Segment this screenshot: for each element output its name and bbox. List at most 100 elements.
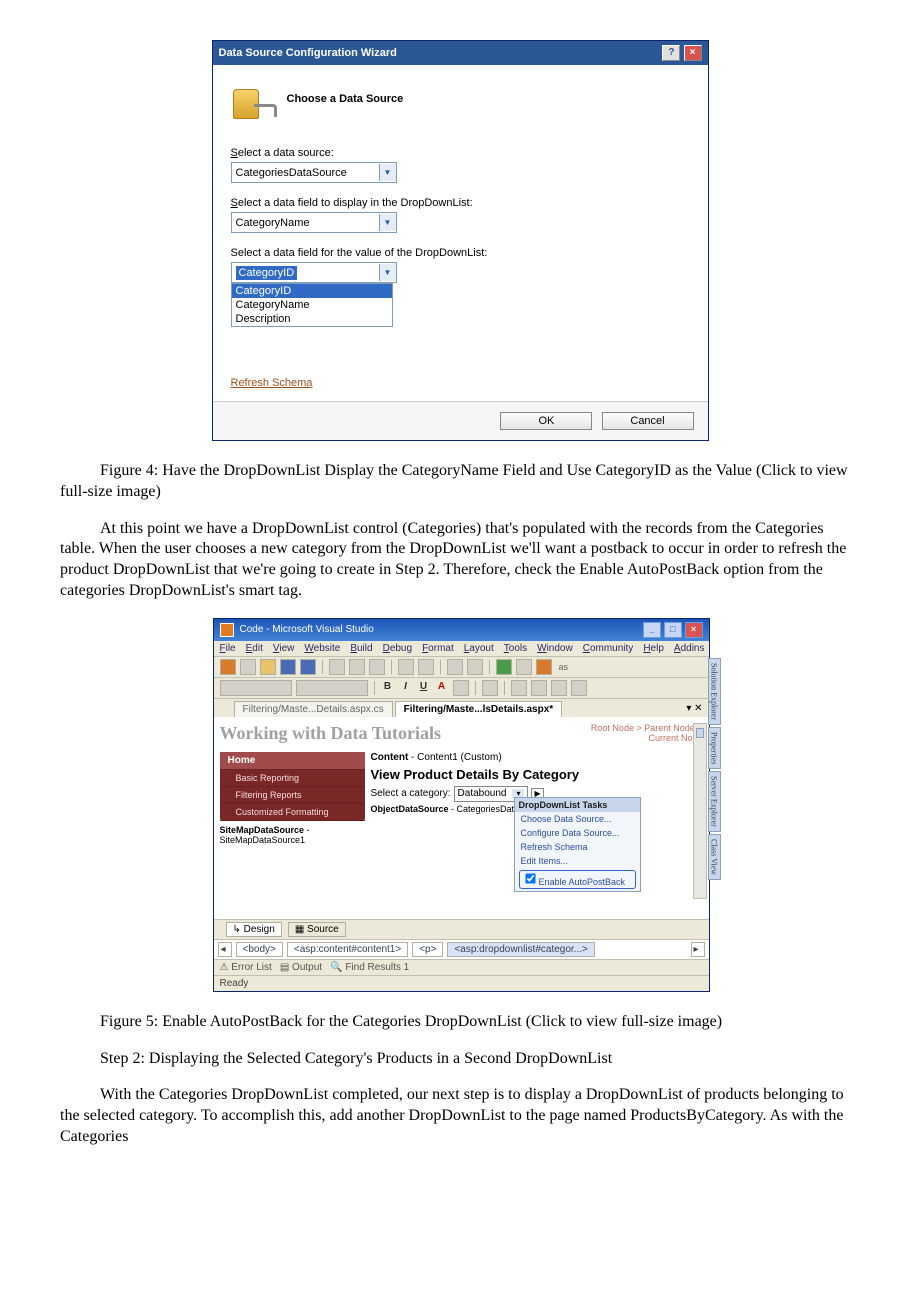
refresh-schema-link[interactable]: Refresh Schema: [231, 377, 313, 389]
toolbar-button[interactable]: [447, 659, 463, 675]
menu-item[interactable]: File: [220, 643, 236, 654]
breadcrumb-item[interactable]: <asp:content#content1>: [287, 942, 408, 957]
redo-icon[interactable]: [418, 659, 434, 675]
chevron-down-icon[interactable]: ▼: [379, 214, 396, 231]
tab-find-results[interactable]: 🔍 Find Results 1: [330, 962, 409, 973]
font-color-icon[interactable]: A: [435, 681, 449, 695]
align-icon[interactable]: [482, 680, 498, 696]
element-breadcrumb[interactable]: ◂ <body> <asp:content#content1> <p> <asp…: [214, 939, 709, 959]
checkbox[interactable]: [525, 873, 535, 883]
menu-item[interactable]: Addins: [674, 643, 705, 654]
menu-item[interactable]: Help: [643, 643, 664, 654]
close-icon[interactable]: ×: [685, 622, 703, 638]
menu-item[interactable]: Website: [304, 643, 340, 654]
menu-item[interactable]: Debug: [383, 643, 412, 654]
underline-icon[interactable]: U: [417, 681, 431, 695]
maximize-icon[interactable]: □: [664, 622, 682, 638]
page-heading: Working with Data Tutorials: [220, 723, 442, 744]
source-tab[interactable]: ▦ Source: [288, 922, 346, 937]
sitemapdatasource-control[interactable]: SiteMapDataSource - SiteMapDataSource1: [220, 825, 365, 845]
toolbar-button[interactable]: [220, 659, 236, 675]
vs-toolbar[interactable]: as: [214, 657, 709, 678]
menu-item[interactable]: Layout: [464, 643, 494, 654]
combo-value: CategoryID: [236, 266, 298, 280]
save-all-icon[interactable]: [300, 659, 316, 675]
italic-icon[interactable]: I: [399, 681, 413, 695]
sidebar-item[interactable]: Basic Reporting: [220, 770, 365, 787]
sidebar-item[interactable]: Filtering Reports: [220, 787, 365, 804]
enable-autopostback-checkbox[interactable]: Enable AutoPostBack: [519, 870, 636, 889]
toolbar-button[interactable]: [536, 659, 552, 675]
vs-format-toolbar[interactable]: B I U A: [214, 678, 709, 699]
side-tab[interactable]: Server Explorer: [708, 771, 721, 832]
docked-panel-tabs[interactable]: Solution Explorer Properties Server Expl…: [708, 658, 721, 880]
breadcrumb-item[interactable]: <p>: [412, 942, 443, 957]
sidebar-item-home[interactable]: Home: [220, 752, 365, 770]
toolbar-dropdown[interactable]: [296, 680, 368, 696]
menu-item[interactable]: Window: [537, 643, 573, 654]
list-icon[interactable]: [551, 680, 567, 696]
toolbar-dropdown[interactable]: [220, 680, 292, 696]
smart-tag-item[interactable]: Refresh Schema: [515, 840, 640, 854]
menu-item[interactable]: Edit: [246, 643, 263, 654]
smart-tag-item[interactable]: Choose Data Source...: [515, 812, 640, 826]
section-heading: Step 2: Displaying the Selected Category…: [60, 1049, 860, 1070]
scrollbar[interactable]: [693, 723, 707, 899]
menu-item[interactable]: Format: [422, 643, 454, 654]
copy-icon[interactable]: [349, 659, 365, 675]
run-icon[interactable]: [496, 659, 512, 675]
label-select-category: Select a category:: [371, 788, 451, 799]
dialog-title: Data Source Configuration Wizard: [219, 47, 397, 59]
list-icon[interactable]: [511, 680, 527, 696]
cut-icon[interactable]: [329, 659, 345, 675]
dropdown-option[interactable]: CategoryID: [232, 284, 392, 298]
side-tab[interactable]: Solution Explorer: [708, 658, 721, 725]
minimize-icon[interactable]: _: [643, 622, 661, 638]
file-tab[interactable]: Filtering/Maste...lsDetails.aspx*: [395, 701, 563, 717]
output-tabs[interactable]: ⚠ Error List ▤ Output 🔍 Find Results 1: [214, 959, 709, 975]
smart-tag-item[interactable]: Configure Data Source...: [515, 826, 640, 840]
designer-surface[interactable]: Working with Data Tutorials Root Node > …: [214, 717, 709, 919]
paste-icon[interactable]: [369, 659, 385, 675]
toolbar-button[interactable]: [467, 659, 483, 675]
menu-item[interactable]: Tools: [504, 643, 527, 654]
design-tab[interactable]: ↳ Design: [226, 922, 282, 937]
side-tab[interactable]: Class View: [708, 834, 721, 880]
sidebar-item[interactable]: Customized Formatting: [220, 804, 365, 821]
tab-controls[interactable]: ▾ ✕: [682, 701, 706, 717]
side-tab[interactable]: Properties: [708, 727, 721, 769]
chevron-down-icon[interactable]: ▼: [379, 264, 396, 281]
value-field-dropdown-list[interactable]: CategoryID CategoryName Description: [231, 283, 393, 327]
tab-error-list[interactable]: ⚠ Error List: [220, 962, 272, 973]
dropdown-option[interactable]: Description: [232, 312, 392, 326]
menu-item[interactable]: Build: [350, 643, 372, 654]
value-field-combo[interactable]: CategoryID ▼: [231, 262, 397, 283]
list-icon[interactable]: [531, 680, 547, 696]
menu-item[interactable]: View: [273, 643, 295, 654]
ok-button[interactable]: OK: [500, 412, 592, 430]
display-field-combo[interactable]: CategoryName ▼: [231, 212, 397, 233]
tab-output[interactable]: ▤ Output: [280, 962, 322, 973]
breadcrumb-item[interactable]: <body>: [236, 942, 283, 957]
toolbar-button[interactable]: [453, 680, 469, 696]
toolbar-button[interactable]: [516, 659, 532, 675]
file-tab[interactable]: Filtering/Maste...Details.aspx.cs: [234, 701, 393, 717]
vs-menubar[interactable]: File Edit View Website Build Debug Forma…: [214, 641, 709, 657]
cancel-button[interactable]: Cancel: [602, 412, 694, 430]
toolbar-button[interactable]: [240, 659, 256, 675]
smart-tag-item[interactable]: Edit Items...: [515, 854, 640, 868]
undo-icon[interactable]: [398, 659, 414, 675]
file-tab-strip[interactable]: Filtering/Maste...Details.aspx.cs Filter…: [214, 699, 709, 717]
datasource-combo[interactable]: CategoriesDataSource ▼: [231, 162, 397, 183]
toolbar-button[interactable]: [260, 659, 276, 675]
breadcrumb-item[interactable]: <asp:dropdownlist#categor...>: [447, 942, 594, 957]
save-icon[interactable]: [280, 659, 296, 675]
chevron-down-icon[interactable]: ▼: [379, 164, 396, 181]
menu-item[interactable]: Community: [583, 643, 634, 654]
design-source-tabs[interactable]: ↳ Design ▦ Source: [214, 919, 709, 939]
close-icon[interactable]: ×: [684, 45, 702, 61]
help-icon[interactable]: ?: [662, 45, 680, 61]
bold-icon[interactable]: B: [381, 681, 395, 695]
toolbar-button[interactable]: [571, 680, 587, 696]
dropdown-option[interactable]: CategoryName: [232, 298, 392, 312]
